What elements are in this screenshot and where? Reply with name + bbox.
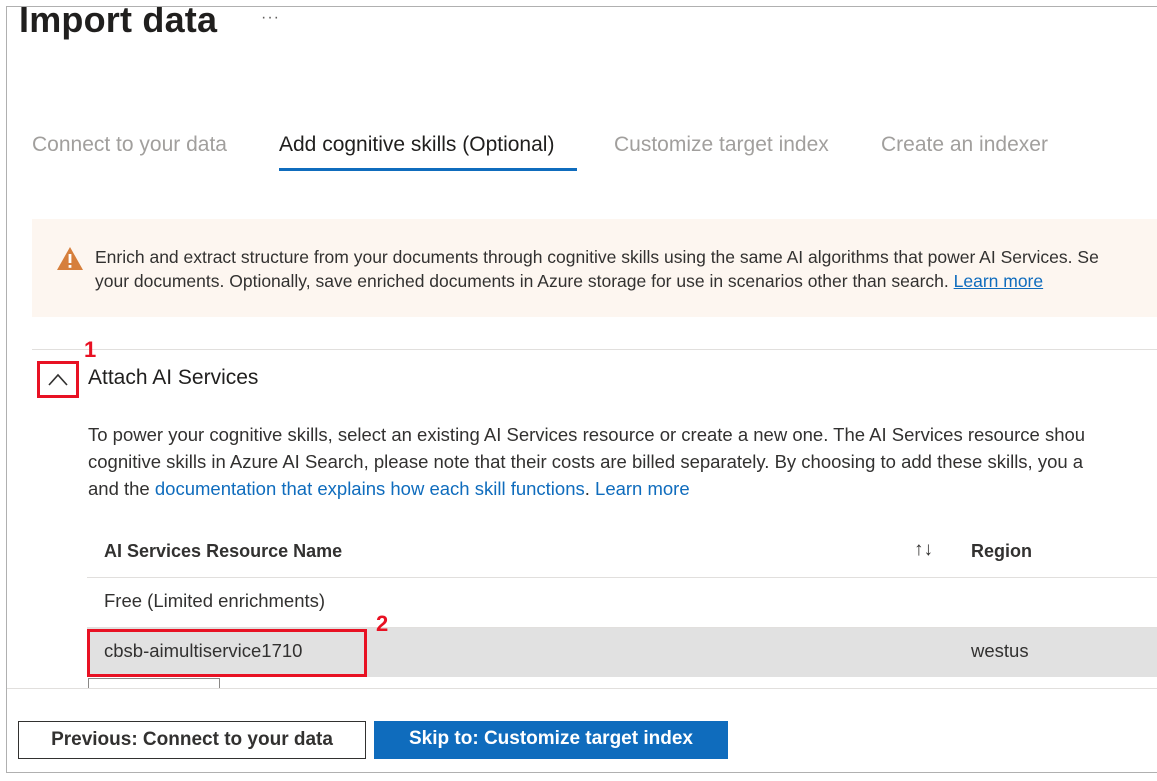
info-banner: Enrich and extract structure from your d… [32,219,1157,317]
table-header: AI Services Resource Name ↑↓ Region [87,527,1157,578]
resource-name-cell: Free (Limited enrichments) [104,590,326,611]
more-options-button[interactable]: ··· [261,9,280,27]
banner-line-1: Enrich and extract structure from your d… [95,247,1099,267]
tab-connect-to-your-data[interactable]: Connect to your data [32,133,227,157]
annotation-marker-1: 1 [84,337,97,362]
banner-learn-more-link[interactable]: Learn more [954,271,1044,291]
column-header-region[interactable]: Region [971,541,1032,562]
skip-button[interactable]: Skip to: Customize target index [374,721,728,759]
section-divider [32,349,1157,350]
section-title: Attach AI Services [88,366,259,389]
tab-add-cognitive-skills[interactable]: Add cognitive skills (Optional) [279,133,554,157]
tab-customize-target-index[interactable]: Customize target index [614,133,829,157]
section-description: To power your cognitive skills, select a… [88,421,1157,502]
footer-bar: Previous: Connect to your data Skip to: … [7,688,1157,772]
annotation-marker-2: 2 [376,611,389,636]
description-line-1: To power your cognitive skills, select a… [88,424,1086,445]
page-title: Import data [19,6,218,40]
documentation-link[interactable]: documentation that explains how each ski… [155,478,585,499]
region-cell: westus [971,640,1029,661]
table-row[interactable]: Free (Limited enrichments) [87,578,1157,628]
banner-text: Enrich and extract structure from your d… [95,245,1157,293]
section-learn-more-link[interactable]: Learn more [595,478,690,499]
active-tab-indicator [279,168,577,171]
previous-button[interactable]: Previous: Connect to your data [18,721,366,759]
column-header-name[interactable]: AI Services Resource Name [104,541,342,562]
table-row-selected[interactable]: cbsb-aimultiservice1710 westus [87,628,1157,677]
description-line-2: cognitive skills in Azure AI Search, ple… [88,451,1084,472]
import-data-page: Import data ··· Connect to your data Add… [6,6,1157,773]
tab-create-an-indexer[interactable]: Create an indexer [881,133,1048,157]
warning-icon [56,246,84,272]
description-line-3: and the documentation that explains how … [88,478,690,499]
sort-icon[interactable]: ↑↓ [914,539,933,561]
banner-line-2: your documents. Optionally, save enriche… [95,271,1044,291]
collapse-section-button[interactable] [37,361,79,398]
resource-name-cell: cbsb-aimultiservice1710 [104,640,303,661]
